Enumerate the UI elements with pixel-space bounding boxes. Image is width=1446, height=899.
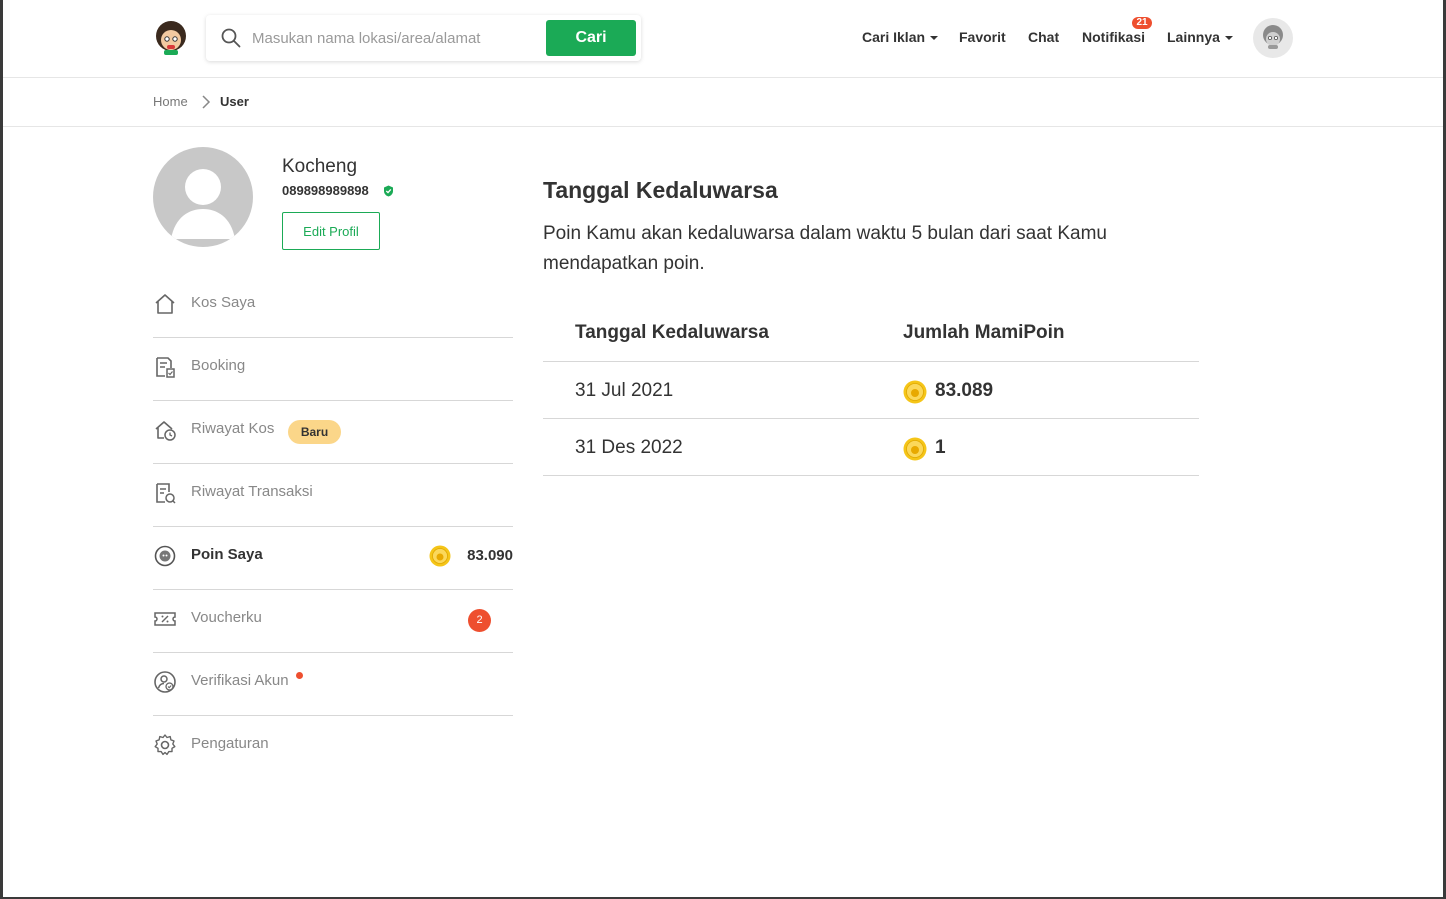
sidebar-item-poin-saya[interactable]: Poin Saya 83.090 — [153, 527, 513, 590]
gear-icon — [153, 733, 177, 757]
page-description: Poin Kamu akan kedaluwarsa dalam waktu 5… — [543, 223, 1107, 274]
sidebar-item-label: Riwayat Kos — [191, 420, 275, 437]
notification-count-badge: 21 — [1132, 17, 1152, 29]
search-button[interactable]: Cari — [546, 20, 636, 56]
search-input[interactable] — [252, 23, 542, 53]
edit-profile-button[interactable]: Edit Profil — [282, 212, 380, 250]
chevron-right-icon — [201, 95, 211, 109]
sidebar-item-booking[interactable]: Booking — [153, 338, 513, 401]
table-row: 31 Des 2022 1 — [543, 419, 1199, 476]
house-icon — [153, 292, 177, 316]
column-header-date: Tanggal Kedaluwarsa — [575, 322, 769, 343]
search-icon — [221, 28, 241, 48]
nav-lainnya-label: Lainnya — [1167, 29, 1220, 45]
sidebar-item-kos-saya[interactable]: Kos Saya — [153, 275, 513, 338]
page-title: Tanggal Kedaluwarsa — [543, 177, 778, 203]
history-home-icon — [153, 418, 177, 442]
mamipoin-coin-icon — [903, 380, 927, 404]
voucher-icon — [153, 607, 177, 631]
poin-icon — [153, 544, 177, 568]
expiry-date: 31 Des 2022 — [575, 437, 683, 458]
sidebar-item-label: Verifikasi Akun — [191, 672, 289, 689]
verify-user-icon — [153, 670, 177, 694]
sidebar-item-voucherku[interactable]: Voucherku 2 — [153, 590, 513, 653]
nav-chat[interactable]: Chat — [1028, 29, 1059, 49]
notification-dot — [296, 672, 303, 679]
sidebar-item-label: Riwayat Transaksi — [191, 483, 313, 500]
poin-amount: 1 — [935, 437, 946, 458]
nav-notifikasi[interactable]: Notifikasi — [1082, 29, 1145, 49]
profile-phone: 089898989898 — [282, 183, 369, 198]
profile-avatar — [153, 147, 253, 247]
user-avatar[interactable] — [1253, 18, 1293, 58]
breadcrumb-current: User — [220, 94, 249, 109]
nav-cari-iklan-label: Cari Iklan — [862, 29, 926, 45]
mamipoin-coin-icon — [903, 437, 927, 461]
breadcrumb-home[interactable]: Home — [153, 94, 188, 109]
sidebar-item-riwayat-transaksi[interactable]: Riwayat Transaksi — [153, 464, 513, 527]
mamipoin-coin-icon — [429, 545, 451, 567]
poin-value: 83.090 — [467, 547, 513, 564]
mamikos-logo-icon[interactable] — [153, 20, 189, 56]
table-row: 31 Jul 2021 83.089 — [543, 362, 1199, 419]
column-header-amount: Jumlah MamiPoin — [903, 322, 1065, 343]
booking-icon — [153, 355, 177, 379]
sidebar-item-pengaturan[interactable]: Pengaturan — [153, 716, 513, 779]
table-header-row: Tanggal Kedaluwarsa Jumlah MamiPoin — [543, 306, 1199, 362]
sidebar-item-label: Poin Saya — [191, 546, 263, 563]
new-badge: Baru — [288, 420, 341, 444]
transaction-icon — [153, 481, 177, 505]
page: Cari Cari Iklan Favorit Chat Notifikasi … — [3, 0, 1443, 897]
search-box: Cari — [206, 15, 641, 61]
top-header: Cari Cari Iklan Favorit Chat Notifikasi … — [3, 0, 1443, 78]
caret-down-icon — [930, 36, 939, 41]
verified-shield-icon — [383, 184, 394, 197]
breadcrumb: Home User — [3, 78, 1443, 127]
caret-down-icon — [1224, 36, 1233, 41]
sidebar-item-verifikasi-akun[interactable]: Verifikasi Akun — [153, 653, 513, 716]
sidebar-item-label: Booking — [191, 357, 246, 374]
nav-lainnya[interactable]: Lainnya — [1167, 29, 1233, 49]
profile-name: Kocheng — [282, 156, 358, 177]
sidebar-item-label: Voucherku — [191, 609, 262, 626]
sidebar-item-riwayat-kos[interactable]: Riwayat Kos Baru — [153, 401, 513, 464]
expiry-date: 31 Jul 2021 — [575, 380, 674, 401]
sidebar-item-label: Kos Saya — [191, 294, 256, 311]
sidebar-item-label: Pengaturan — [191, 735, 269, 752]
poin-amount: 83.089 — [935, 380, 994, 401]
nav-favorit[interactable]: Favorit — [959, 29, 1006, 49]
expiry-table: Tanggal Kedaluwarsa Jumlah MamiPoin 31 J… — [543, 306, 1199, 476]
nav-cari-iklan[interactable]: Cari Iklan — [862, 29, 939, 49]
voucher-count-badge: 2 — [468, 609, 491, 632]
